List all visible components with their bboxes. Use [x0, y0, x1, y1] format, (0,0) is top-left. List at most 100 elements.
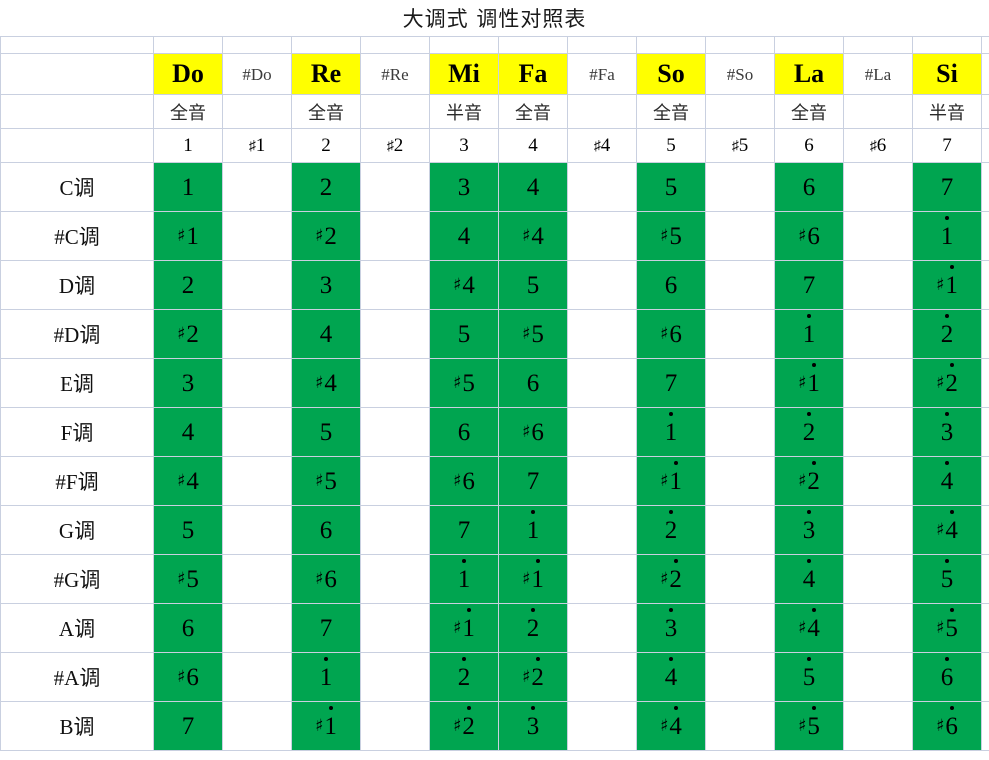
sharp-sign: ♯ — [522, 225, 531, 246]
scale-note-cell: 1 — [498, 505, 568, 555]
scale-note-cell: 7 — [291, 603, 361, 653]
table-row: B调 7 ♯1 ♯2 3 ♯4 ♯5 ♯6 — [0, 701, 989, 751]
spacer-row — [0, 36, 989, 54]
note-glyph: 5 — [182, 518, 195, 543]
note-number: 1 — [186, 222, 199, 250]
scale-note-cell: ♯2 — [429, 701, 499, 751]
empty-cell — [222, 309, 292, 359]
empty-cell — [360, 652, 430, 702]
note-number: 6 — [324, 565, 337, 593]
scale-note-cell: 2 — [912, 309, 982, 359]
note-name-cell-Re: Re — [291, 53, 361, 95]
note-number: 5 — [457, 320, 471, 348]
table-row: A调 6 7 ♯1 2 3 ♯4 ♯5 — [0, 603, 989, 653]
table-row: #F调 ♯4 ♯5 ♯6 7 ♯1 ♯2 4 — [0, 456, 989, 506]
note-number-octave-up: 1 — [324, 712, 337, 740]
note-glyph: ♯4 — [660, 714, 682, 739]
note-glyph: 5 — [665, 175, 678, 200]
note-glyph: 6 — [803, 175, 816, 200]
scale-note-cell: ♯6 — [498, 407, 568, 457]
note-number-octave-up: 2 — [462, 712, 475, 740]
scale-note-cell: ♯5 — [912, 603, 982, 653]
sharp-sign: ♯ — [522, 323, 531, 344]
scale-note-cell: 7 — [498, 456, 568, 506]
scale-note-cell: ♯4 — [429, 260, 499, 310]
note-number-octave-up: 2 — [664, 516, 678, 544]
note-glyph: 5 — [320, 420, 333, 445]
spacer-cell — [567, 36, 637, 54]
note-glyph: 1 — [182, 175, 195, 200]
spacer-cell — [912, 36, 982, 54]
interval-cell: 全音 — [498, 94, 568, 129]
table-row: E调 3 ♯4 ♯5 6 7 ♯1 ♯2 — [0, 358, 989, 408]
note-glyph: ♯5 — [798, 714, 820, 739]
note-number: 5 — [664, 173, 678, 201]
note-glyph: ♯2 — [660, 567, 682, 592]
sharp-sign: ♯ — [936, 715, 945, 736]
sharp-sign: ♯ — [177, 568, 186, 589]
note-number-octave-up: 3 — [664, 614, 678, 642]
scale-note-cell: 5 — [429, 309, 499, 359]
empty-cell — [222, 701, 292, 751]
interval-cell: 全音 — [636, 94, 706, 129]
scale-note-cell: 5 — [153, 505, 223, 555]
table-row: C调 1 2 3 4 5 6 7 — [0, 162, 989, 212]
note-number: 4 — [186, 467, 199, 495]
degree-number: 7 — [942, 134, 952, 156]
degree-number: 2 — [321, 134, 331, 156]
scale-note-cell: ♯1 — [291, 701, 361, 751]
interval-cell: 半音 — [429, 94, 499, 129]
note-name-cell-sharp-Re: #Re — [360, 53, 430, 95]
sharp-sign: ♯ — [453, 715, 462, 736]
sharp-sign: ♯ — [798, 225, 807, 246]
scale-note-cell: 3 — [636, 603, 706, 653]
degree-number: 4 — [600, 134, 611, 156]
note-number-octave-up: 3 — [526, 712, 540, 740]
empty-cell — [843, 309, 913, 359]
note-number-octave-up: 5 — [807, 712, 820, 740]
degree-row-label — [0, 128, 154, 163]
note-number-octave-up: 1 — [319, 663, 333, 691]
interval-cell: 半音 — [912, 94, 982, 129]
sharp-sign: ♯ — [593, 138, 601, 154]
scale-note-cell: 3 — [912, 407, 982, 457]
spacer-cell — [636, 36, 706, 54]
sharp-sign: ♯ — [177, 470, 186, 491]
empty-cell — [222, 456, 292, 506]
note-glyph: 4 — [941, 469, 954, 494]
spreadsheet-sheet: 大调式 调性对照表 Do #Do Re #Re Mi Fa #Fa So #So La #La Si … — [0, 0, 989, 760]
row-tail-cell — [981, 162, 989, 212]
note-glyph: 6 — [941, 665, 954, 690]
scale-note-cell: 3 — [429, 162, 499, 212]
note-glyph: ♯1 — [936, 273, 958, 298]
empty-cell — [360, 407, 430, 457]
scale-note-cell: ♯2 — [291, 211, 361, 261]
table-row: G调 5 6 7 1 2 3 ♯4 — [0, 505, 989, 555]
key-rows-body: C调 1 2 3 4 5 6 7 #C调 ♯1 ♯2 4 ♯4 ♯5 ♯6 1 D调 2 3 ♯4 5 6 7 ♯1 #D调 ♯2… — [0, 162, 989, 751]
sharp-sign: ♯ — [248, 138, 256, 154]
sharp-sign: ♯ — [660, 323, 669, 344]
note-glyph: 2 — [941, 322, 954, 347]
scale-note-cell: 1 — [774, 309, 844, 359]
degree-cell-tail — [981, 128, 989, 163]
interval-cell-empty — [843, 94, 913, 129]
note-number: 6 — [664, 271, 678, 299]
scale-note-cell: ♯1 — [912, 260, 982, 310]
row-tail-cell — [981, 211, 989, 261]
note-glyph: 4 — [320, 322, 333, 347]
sharp-sign: ♯ — [936, 372, 945, 393]
note-number-octave-up: 2 — [802, 418, 816, 446]
empty-cell — [843, 554, 913, 604]
sharp-sign: ♯ — [936, 519, 945, 540]
note-number-octave-up: 2 — [457, 663, 471, 691]
note-glyph: ♯6 — [315, 567, 337, 592]
scale-note-cell: ♯1 — [636, 456, 706, 506]
row-tail-cell — [981, 260, 989, 310]
note-number: 4 — [181, 418, 195, 446]
degree-cell: 5 — [636, 128, 706, 163]
note-glyph: ♯1 — [660, 469, 682, 494]
empty-cell — [705, 407, 775, 457]
note-glyph: ♯1 — [453, 616, 475, 641]
empty-cell — [567, 211, 637, 261]
scale-note-cell: 4 — [636, 652, 706, 702]
